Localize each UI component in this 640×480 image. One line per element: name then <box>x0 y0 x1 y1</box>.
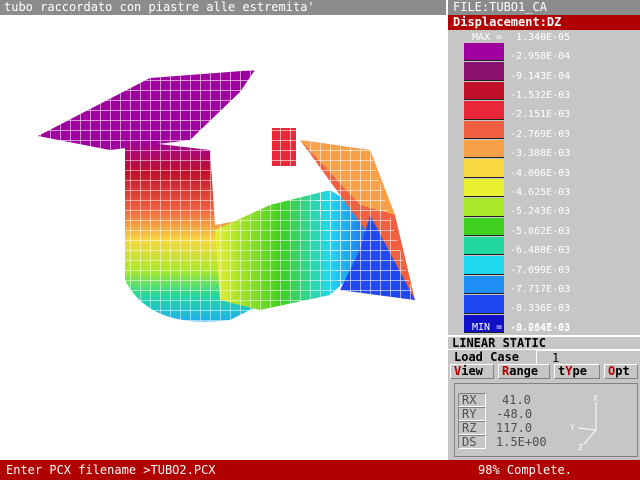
legend-swatch <box>464 237 504 256</box>
fem-mesh-render <box>38 70 415 322</box>
legend-level-value: -1.532E-03 <box>510 90 571 101</box>
legend-level-value: -7.099E-03 <box>510 264 571 276</box>
file-label: FILE:TUBO1_CA <box>448 0 640 15</box>
legend-min-value: -9.264E-03 <box>510 322 571 333</box>
axis-y-label: Y <box>570 423 575 432</box>
legend-swatch <box>464 198 504 217</box>
rx-label: RX <box>458 393 486 407</box>
legend-swatch <box>464 101 504 120</box>
legend-title: Displacement:DZ <box>448 15 640 30</box>
legend-min-label: MIN = <box>472 322 503 333</box>
legend-swatch <box>464 217 504 236</box>
load-case-field[interactable]: 1 <box>536 350 640 365</box>
axis-x-label: X <box>593 394 598 403</box>
legend-swatch <box>464 275 504 295</box>
top-plate <box>38 70 255 150</box>
legend-level-value: -3.388E-03 <box>510 148 571 160</box>
ry-value[interactable]: -48.0 <box>496 407 532 421</box>
legend-level-value: -4.625E-03 <box>510 187 571 198</box>
legend-swatch <box>464 178 504 198</box>
menu-view[interactable]: View <box>450 364 494 379</box>
load-case-label: Load Case <box>454 351 534 364</box>
legend-max-value: 1.340E-05 <box>516 32 571 43</box>
legend-swatch <box>464 120 504 139</box>
menu-range[interactable]: Range <box>498 364 550 379</box>
legend-swatch <box>464 81 504 101</box>
legend-max-label: MAX = <box>472 32 503 43</box>
command-menu: View Range tYpe Opt <box>450 364 640 379</box>
axis-z-label: Z <box>578 443 583 450</box>
legend-swatch <box>464 140 504 159</box>
rz-value[interactable]: 117.0 <box>496 421 532 435</box>
legend-swatch <box>464 256 504 275</box>
legend-level-value: -9.143E-04 <box>510 70 571 82</box>
legend-level-value: -6.480E-03 <box>510 245 571 257</box>
riser-stub <box>272 128 296 166</box>
ds-value[interactable]: 1.5E+00 <box>496 435 547 449</box>
window-title: tubo raccordato con piastre alle estremi… <box>0 0 446 15</box>
legend-level-value: -5.243E-03 <box>510 206 571 218</box>
rx-value[interactable]: 41.0 <box>502 393 531 407</box>
model-viewport[interactable] <box>0 15 446 460</box>
progress-text: 98% Complete. <box>478 463 572 477</box>
legend-level-value: -5.862E-03 <box>510 225 571 237</box>
ds-label: DS <box>458 435 486 449</box>
legend-level-value: -8.336E-03 <box>510 303 571 315</box>
menu-type[interactable]: tYpe <box>554 364 600 379</box>
legend-level-value: -7.717E-03 <box>510 284 571 295</box>
legend-level-value: -2.151E-03 <box>510 109 571 121</box>
legend-swatch <box>464 62 504 81</box>
legend-level-value: -2.958E-04 <box>510 51 571 63</box>
axis-triad-icon: X Y Z <box>570 394 598 450</box>
legend-swatch <box>464 295 504 314</box>
command-prompt[interactable]: Enter PCX filename >TUBO2.PCX <box>6 463 216 477</box>
legend-level-value: -4.006E-03 <box>510 167 571 179</box>
legend-swatch <box>464 159 504 178</box>
analysis-type: LINEAR STATIC <box>452 336 546 350</box>
legend-level-value: -2.769E-03 <box>510 128 571 140</box>
ry-label: RY <box>458 407 486 421</box>
menu-options[interactable]: Opt <box>604 364 638 379</box>
rz-label: RZ <box>458 421 486 435</box>
legend-swatch <box>464 43 504 62</box>
